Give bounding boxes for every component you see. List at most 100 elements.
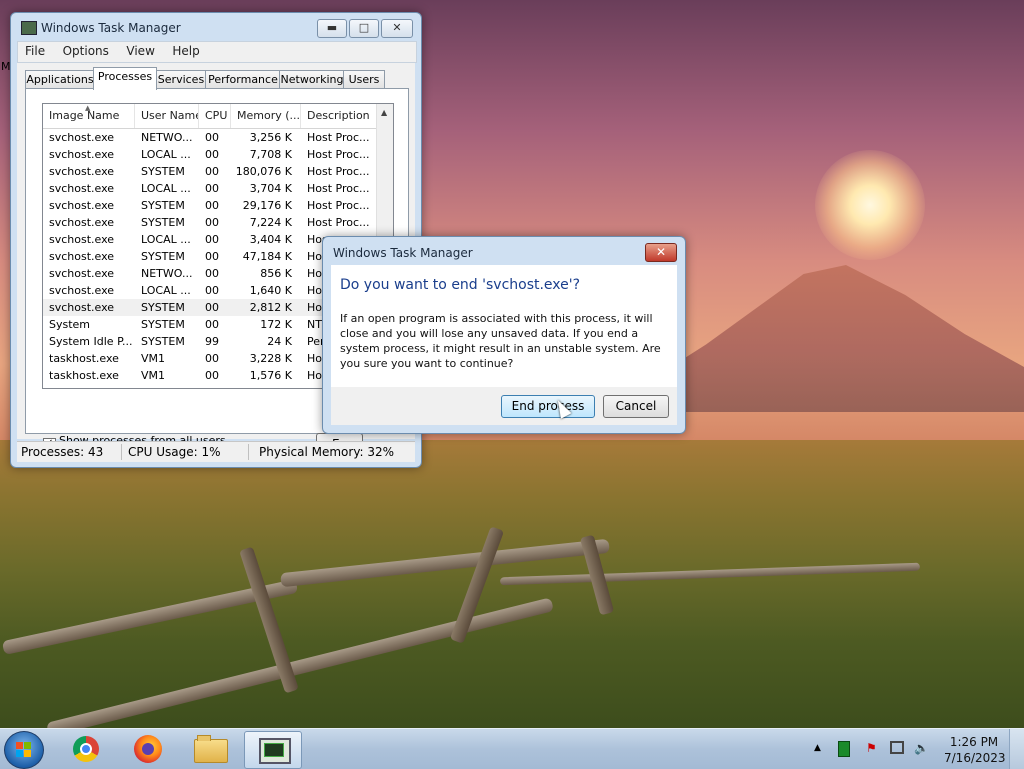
cell-image-name: System Idle P... [49, 335, 133, 348]
end-process-dialog: Windows Task Manager ✕ Do you want to en… [322, 236, 686, 434]
cell-user-name: VM1 [141, 352, 166, 365]
taskbar-explorer[interactable] [182, 731, 238, 767]
window-title: Windows Task Manager [41, 21, 181, 35]
cell-cpu: 00 [205, 165, 219, 178]
tab-services[interactable]: Services [155, 70, 207, 89]
clock[interactable]: 1:26 PM 7/16/2023 [944, 734, 1006, 766]
taskbar-chrome[interactable] [58, 731, 114, 767]
action-center-icon[interactable]: ⚑ [866, 741, 880, 755]
maximize-button[interactable]: □ [349, 19, 379, 38]
dialog-title-bar[interactable]: Windows Task Manager ✕ [323, 237, 685, 265]
column-memory[interactable]: Memory (... [231, 104, 301, 128]
tab-networking[interactable]: Networking [279, 70, 345, 89]
cell-description: Host Proc... [307, 148, 370, 161]
cell-user-name: SYSTEM [141, 199, 185, 212]
cell-memory: 172 K [260, 318, 292, 331]
dialog-close-button[interactable]: ✕ [645, 243, 677, 262]
tab-processes[interactable]: Processes [93, 67, 157, 90]
task-manager-icon [259, 738, 291, 764]
tab-applications[interactable]: Applications [25, 70, 95, 89]
dialog-message: If an open program is associated with th… [340, 312, 661, 370]
cell-image-name: System [49, 318, 91, 331]
cell-user-name: VM1 [141, 369, 166, 382]
column-description[interactable]: Description [301, 104, 377, 128]
column-cpu[interactable]: CPU [199, 104, 231, 128]
status-physical-memory: Physical Memory: 32% [259, 445, 395, 459]
dialog-question: Do you want to end 'svchost.exe'? [340, 277, 581, 293]
taskbar: ▲ ⚑ 🔈 1:26 PM 7/16/2023 [0, 728, 1024, 769]
table-row[interactable]: svchost.exe SYSTEM 00 29,176 K Host Proc... [43, 197, 377, 214]
cell-cpu: 00 [205, 267, 219, 280]
cell-description: Host Proc... [307, 216, 370, 229]
tab-users[interactable]: Users [343, 70, 385, 89]
cell-cpu: 00 [205, 301, 219, 314]
taskbar-task-manager[interactable] [244, 731, 302, 769]
cell-cpu: 00 [205, 284, 219, 297]
table-row[interactable]: svchost.exe SYSTEM 00 180,076 K Host Proc... [43, 163, 377, 180]
green-status-icon[interactable] [838, 741, 850, 757]
table-row[interactable]: svchost.exe LOCAL ... 00 7,708 K Host Proc..… [43, 146, 377, 163]
cell-memory: 7,708 K [249, 148, 292, 161]
sort-arrow-icon: ▲ [85, 104, 91, 112]
cell-cpu: 00 [205, 352, 219, 365]
menu-options[interactable]: Options [56, 42, 116, 60]
status-bar: Processes: 43 CPU Usage: 1% Physical Mem… [17, 441, 415, 462]
cell-user-name: SYSTEM [141, 318, 185, 331]
cell-image-name: taskhost.exe [49, 369, 119, 382]
cell-memory: 856 K [260, 267, 292, 280]
sun [815, 150, 925, 260]
cell-user-name: SYSTEM [141, 216, 185, 229]
clock-date: 7/16/2023 [944, 751, 1006, 765]
cell-cpu: 99 [205, 335, 219, 348]
minimize-button[interactable]: ▬ [317, 19, 347, 38]
status-cpu-usage: CPU Usage: 1% [124, 444, 249, 460]
cell-image-name: svchost.exe [49, 216, 115, 229]
menu-file[interactable]: File [18, 42, 52, 60]
menu-bar: File Options View Help [17, 41, 417, 63]
show-hidden-icons-icon[interactable]: ▲ [814, 741, 828, 755]
cell-image-name: svchost.exe [49, 148, 115, 161]
cell-memory: 180,076 K [235, 165, 292, 178]
cell-description: Host Proc... [307, 165, 370, 178]
show-desktop-button[interactable] [1009, 729, 1024, 769]
clock-time: 1:26 PM [949, 735, 999, 749]
cell-image-name: svchost.exe [49, 165, 115, 178]
cell-user-name: SYSTEM [141, 165, 185, 178]
cancel-button[interactable]: Cancel [603, 395, 669, 418]
menu-help[interactable]: Help [165, 42, 206, 60]
chrome-icon [73, 736, 99, 762]
dialog-title: Windows Task Manager [333, 246, 473, 260]
column-user-name[interactable]: User Name [135, 104, 199, 128]
cell-image-name: svchost.exe [49, 250, 115, 263]
cell-memory: 47,184 K [242, 250, 292, 263]
cell-memory: 3,256 K [249, 131, 292, 144]
table-row[interactable]: svchost.exe SYSTEM 00 7,224 K Host Proc... [43, 214, 377, 231]
table-row[interactable]: svchost.exe NETWO... 00 3,256 K Host Proc... [43, 129, 377, 146]
cell-image-name: svchost.exe [49, 267, 115, 280]
process-list-header: Image Name ▲ User Name CPU Memory (... D… [43, 104, 377, 129]
cell-description: Host Proc... [307, 182, 370, 195]
scroll-up-arrow-icon[interactable]: ▲ [381, 108, 387, 117]
title-bar[interactable]: Windows Task Manager ▬ □ ✕ [11, 13, 421, 41]
cell-image-name: svchost.exe [49, 199, 115, 212]
menu-view[interactable]: View [119, 42, 161, 60]
end-process-confirm-button[interactable]: End process [501, 395, 595, 418]
cell-memory: 3,704 K [249, 182, 292, 195]
cell-description: Host Proc... [307, 131, 370, 144]
firefox-icon [134, 735, 162, 763]
tab-performance[interactable]: Performance [205, 70, 281, 89]
close-button[interactable]: ✕ [381, 19, 413, 38]
cell-memory: 2,812 K [249, 301, 292, 314]
taskbar-firefox[interactable] [120, 731, 176, 767]
cell-cpu: 00 [205, 369, 219, 382]
cell-user-name: SYSTEM [141, 250, 185, 263]
start-button[interactable] [4, 731, 44, 769]
volume-icon[interactable]: 🔈 [914, 741, 929, 755]
cell-memory: 1,576 K [249, 369, 292, 382]
table-row[interactable]: svchost.exe LOCAL ... 00 3,704 K Host Proc..… [43, 180, 377, 197]
cell-image-name: taskhost.exe [49, 352, 119, 365]
task-manager-icon [21, 21, 37, 35]
cell-image-name: svchost.exe [49, 284, 115, 297]
cell-cpu: 00 [205, 199, 219, 212]
network-icon[interactable] [890, 741, 904, 754]
